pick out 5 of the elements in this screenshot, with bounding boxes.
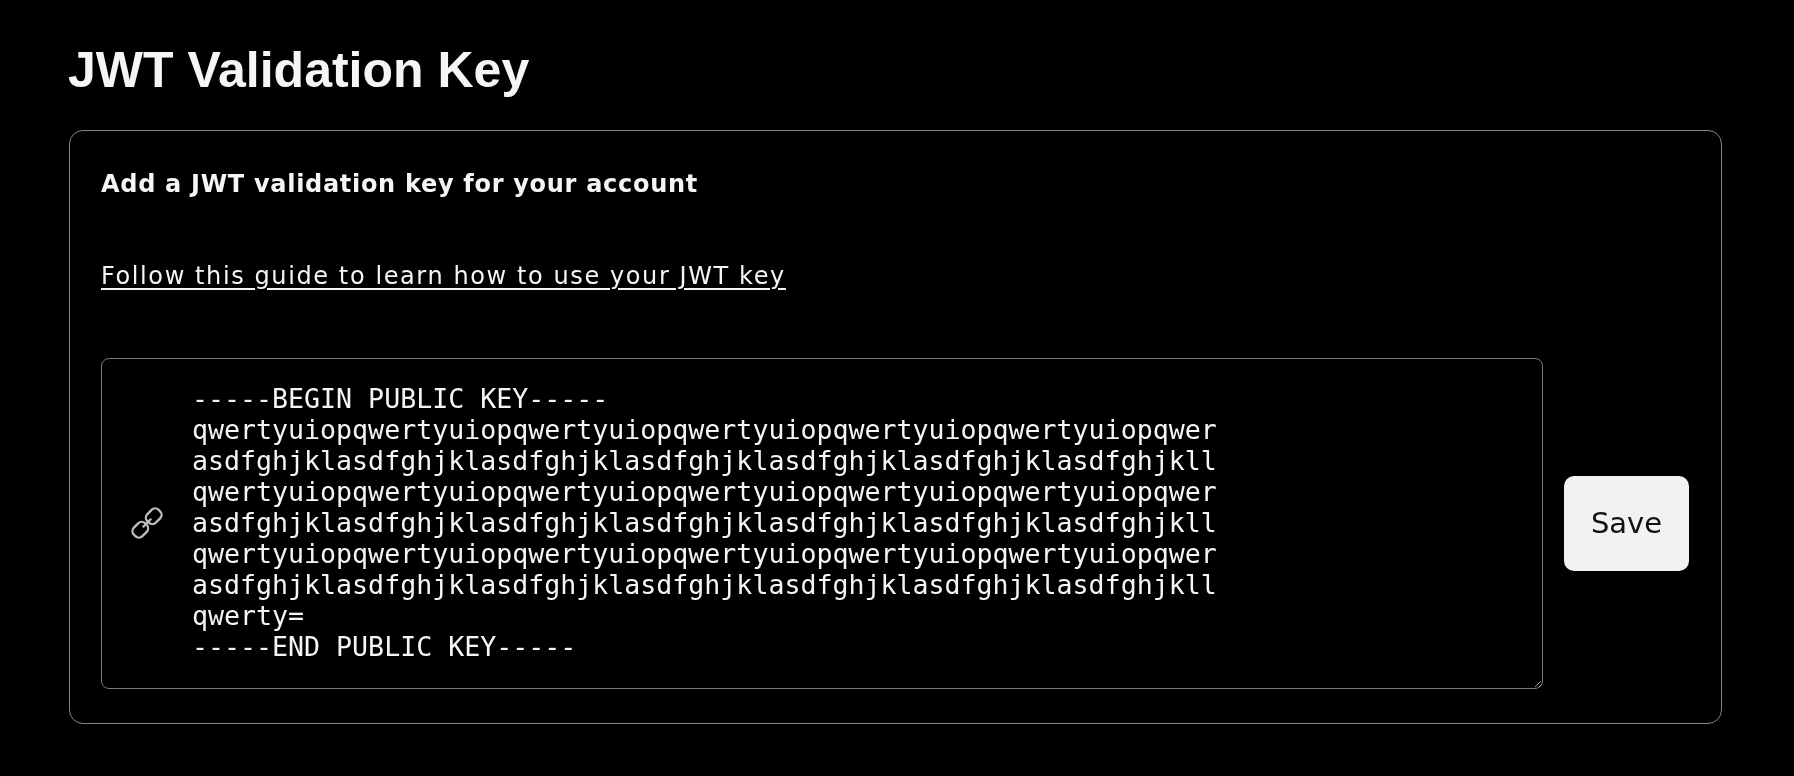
guide-link[interactable]: Follow this guide to learn how to use your JWT key bbox=[101, 261, 786, 291]
public-key-field[interactable]: -----BEGIN PUBLIC KEY----- qwertyuiopqwertyuiopqwertyuiopqwertyuiopqwertyuiopqwertyuiopqwer asdfghjklasdfghjklasdfghjklasdfghjklasdfghjklasdfghjklasdfghjkll qwertyuiopqwertyuiopqwertyuiopqwertyuiopqwertyuiopqwertyuiopqwer asdfghjklasdfghjklasdfghjklasdfghjklasdfghjklasdfghjklasdfghjkll qwertyuiopqwertyuiopqwertyuiopqwertyuiopqwertyuiopqwertyuiopqwer asdfghjklasdfghjklasdfghjklasdfghjklasdfghjklasdfghjklasdfghjkll qwerty= -----END PUBLIC KEY----- bbox=[101, 357, 1543, 689]
page-title: JWT Validation Key bbox=[68, 41, 530, 100]
card-heading: Add a JWT validation key for your account bbox=[101, 170, 698, 199]
save-button[interactable]: Save bbox=[1564, 475, 1689, 571]
